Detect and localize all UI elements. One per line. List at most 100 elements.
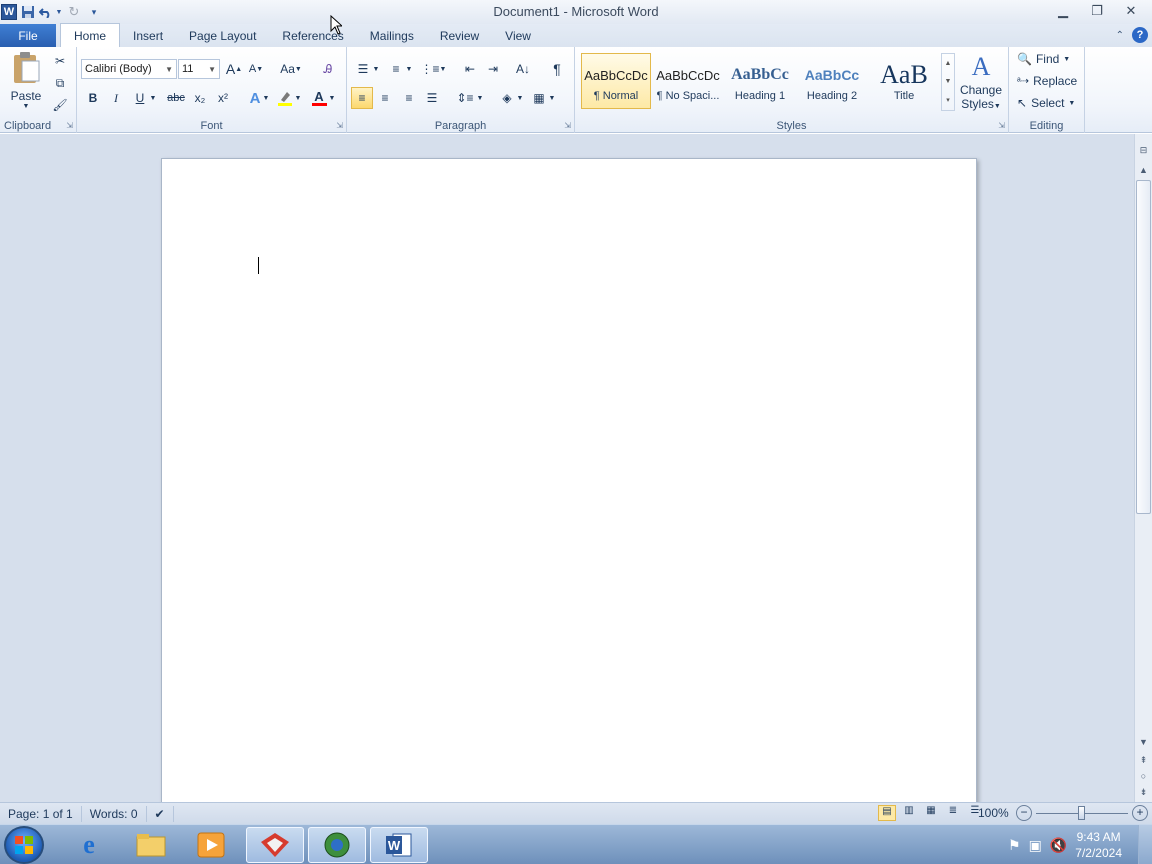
action-center-icon[interactable]: ⚑ (1008, 837, 1021, 854)
close-button[interactable]: ✕ (1114, 0, 1148, 22)
show-desktop-button[interactable] (1138, 825, 1152, 864)
tab-page-layout[interactable]: Page Layout (176, 24, 269, 47)
paragraph-launcher-icon[interactable]: ⇲ (564, 121, 571, 130)
text-highlight-dropdown-icon[interactable]: ▼ (293, 88, 303, 108)
tab-home[interactable]: Home (60, 23, 121, 47)
style-heading-2[interactable]: AaBbCc Heading 2 (797, 53, 867, 109)
font-color-icon[interactable]: A (309, 88, 329, 108)
styles-gallery-scroll[interactable]: ▲ ▼ ▾ (941, 53, 955, 111)
bullets-icon[interactable]: ☰ (353, 59, 373, 79)
bold-button[interactable]: B (83, 88, 103, 108)
shrink-font-icon[interactable]: A ▼ (246, 59, 266, 79)
borders-dropdown-icon[interactable]: ▼ (547, 88, 557, 108)
font-name-combo[interactable]: Calibri (Body) ▼ (81, 59, 177, 79)
taskbar-internet-explorer[interactable]: e (60, 827, 118, 863)
zoom-slider-thumb[interactable] (1078, 806, 1085, 820)
save-icon[interactable] (19, 3, 37, 21)
tab-mailings[interactable]: Mailings (357, 24, 427, 47)
restore-button[interactable]: ❐ (1080, 0, 1114, 22)
print-layout-icon[interactable]: ▤ (878, 805, 896, 821)
change-styles-button[interactable]: A Change Styles▼ (959, 51, 1003, 117)
undo-icon[interactable] (39, 3, 53, 21)
select-button[interactable]: ↖ Select ▼ (1017, 96, 1075, 110)
full-screen-reading-icon[interactable]: ▥ (900, 805, 918, 821)
proofing-icon[interactable]: ✔ (147, 805, 174, 822)
tab-review[interactable]: Review (427, 24, 492, 47)
align-left-icon[interactable]: ≡ (351, 87, 373, 109)
superscript-button[interactable]: x² (213, 88, 233, 108)
grow-font-icon[interactable]: A ▲ (224, 59, 244, 79)
clock[interactable]: 9:43 AM 7/2/2024 (1075, 829, 1122, 861)
strikethrough-button[interactable]: abc (164, 88, 188, 108)
multilevel-list-icon[interactable]: ⋮≡ (420, 59, 440, 79)
shading-icon[interactable]: ◈ (497, 88, 517, 108)
volume-muted-icon[interactable]: 🔇 (1050, 837, 1067, 854)
change-case-icon[interactable]: Aa ▼ (278, 59, 304, 79)
font-color-dropdown-icon[interactable]: ▼ (327, 88, 337, 108)
tab-view[interactable]: View (492, 24, 544, 47)
scroll-up-icon[interactable]: ▲ (1135, 162, 1152, 178)
cut-icon[interactable]: ✂ (50, 51, 70, 71)
style-normal[interactable]: AaBbCcDc ¶ Normal (581, 53, 651, 109)
select-browse-object-icon[interactable]: ○ (1135, 768, 1152, 784)
line-spacing-icon[interactable]: ⇕≡ (455, 88, 475, 108)
taskbar-media-player[interactable] (182, 827, 240, 863)
shading-dropdown-icon[interactable]: ▼ (515, 88, 525, 108)
word-count[interactable]: Words: 0 (82, 805, 147, 822)
style-no-spacing[interactable]: AaBbCcDc ¶ No Spaci... (653, 53, 723, 109)
redo-icon[interactable]: ↻ (65, 3, 83, 21)
format-painter-icon[interactable]: 🖌 (50, 95, 70, 115)
previous-page-icon[interactable]: ⇞ (1135, 752, 1152, 768)
italic-button[interactable]: I (106, 88, 126, 108)
minimize-ribbon-icon[interactable]: ⌃ (1116, 30, 1124, 41)
minimize-button[interactable]: ▁ (1046, 0, 1080, 22)
text-highlight-icon[interactable] (275, 88, 295, 108)
bullets-dropdown-icon[interactable]: ▼ (371, 59, 381, 79)
paste-button[interactable]: Paste ▼ (6, 51, 46, 115)
subscript-button[interactable]: x₂ (190, 88, 210, 108)
decrease-indent-icon[interactable]: ⇤ (460, 59, 480, 79)
numbering-dropdown-icon[interactable]: ▼ (404, 59, 414, 79)
tab-references[interactable]: References (269, 24, 356, 47)
view-ruler-icon[interactable]: ⊟ (1135, 142, 1152, 158)
numbering-icon[interactable]: ≡ (386, 59, 406, 79)
show-formatting-button[interactable]: ¶ (547, 59, 567, 79)
underline-dropdown-icon[interactable]: ▼ (148, 88, 158, 108)
tab-insert[interactable]: Insert (120, 24, 176, 47)
styles-scroll-down-icon[interactable]: ▼ (945, 78, 952, 85)
taskbar-app-red[interactable] (246, 827, 304, 863)
scroll-down-icon[interactable]: ▼ (1135, 734, 1152, 750)
taskbar-explorer[interactable] (122, 827, 180, 863)
replace-button[interactable]: ᵃ⇢ Replace (1017, 74, 1077, 88)
font-size-combo[interactable]: 11 ▼ (178, 59, 220, 79)
align-center-icon[interactable]: ≡ (375, 88, 395, 108)
style-title[interactable]: AaB Title (869, 53, 939, 109)
find-button[interactable]: 🔍 Find ▼ (1017, 52, 1070, 66)
zoom-in-icon[interactable]: + (1132, 805, 1148, 821)
taskbar-word[interactable]: W (370, 827, 428, 863)
underline-button[interactable]: U (130, 88, 150, 108)
scrollbar-thumb[interactable] (1136, 180, 1151, 514)
copy-icon[interactable]: ⧉ (50, 73, 70, 93)
zoom-level[interactable]: 100% (978, 806, 1009, 820)
borders-icon[interactable]: ▦ (529, 88, 549, 108)
outline-icon[interactable]: ≣ (944, 805, 962, 821)
page-count[interactable]: Page: 1 of 1 (0, 805, 82, 822)
taskbar-app-globe[interactable] (308, 827, 366, 863)
clear-formatting-icon[interactable]: Ꭿ (318, 59, 338, 79)
justify-icon[interactable]: ☰ (422, 88, 442, 108)
multilevel-list-dropdown-icon[interactable]: ▼ (438, 59, 448, 79)
styles-launcher-icon[interactable]: ⇲ (998, 121, 1005, 130)
word-app-icon[interactable]: W (1, 4, 17, 20)
style-heading-1[interactable]: AaBbCc Heading 1 (725, 53, 795, 109)
vertical-scrollbar[interactable]: ⊟ ▲ ▼ ⇞ ○ ⇟ (1134, 134, 1152, 802)
text-effects-dropdown-icon[interactable]: ▼ (261, 88, 271, 108)
document-page[interactable] (161, 158, 977, 802)
web-layout-icon[interactable]: ▦ (922, 805, 940, 821)
customize-qat-icon[interactable]: ▾ (85, 3, 103, 21)
align-right-icon[interactable]: ≡ (399, 88, 419, 108)
clipboard-launcher-icon[interactable]: ⇲ (66, 121, 73, 130)
help-icon[interactable]: ? (1132, 27, 1148, 43)
sort-icon[interactable]: A↓ (513, 59, 533, 79)
styles-scroll-up-icon[interactable]: ▲ (945, 60, 952, 67)
